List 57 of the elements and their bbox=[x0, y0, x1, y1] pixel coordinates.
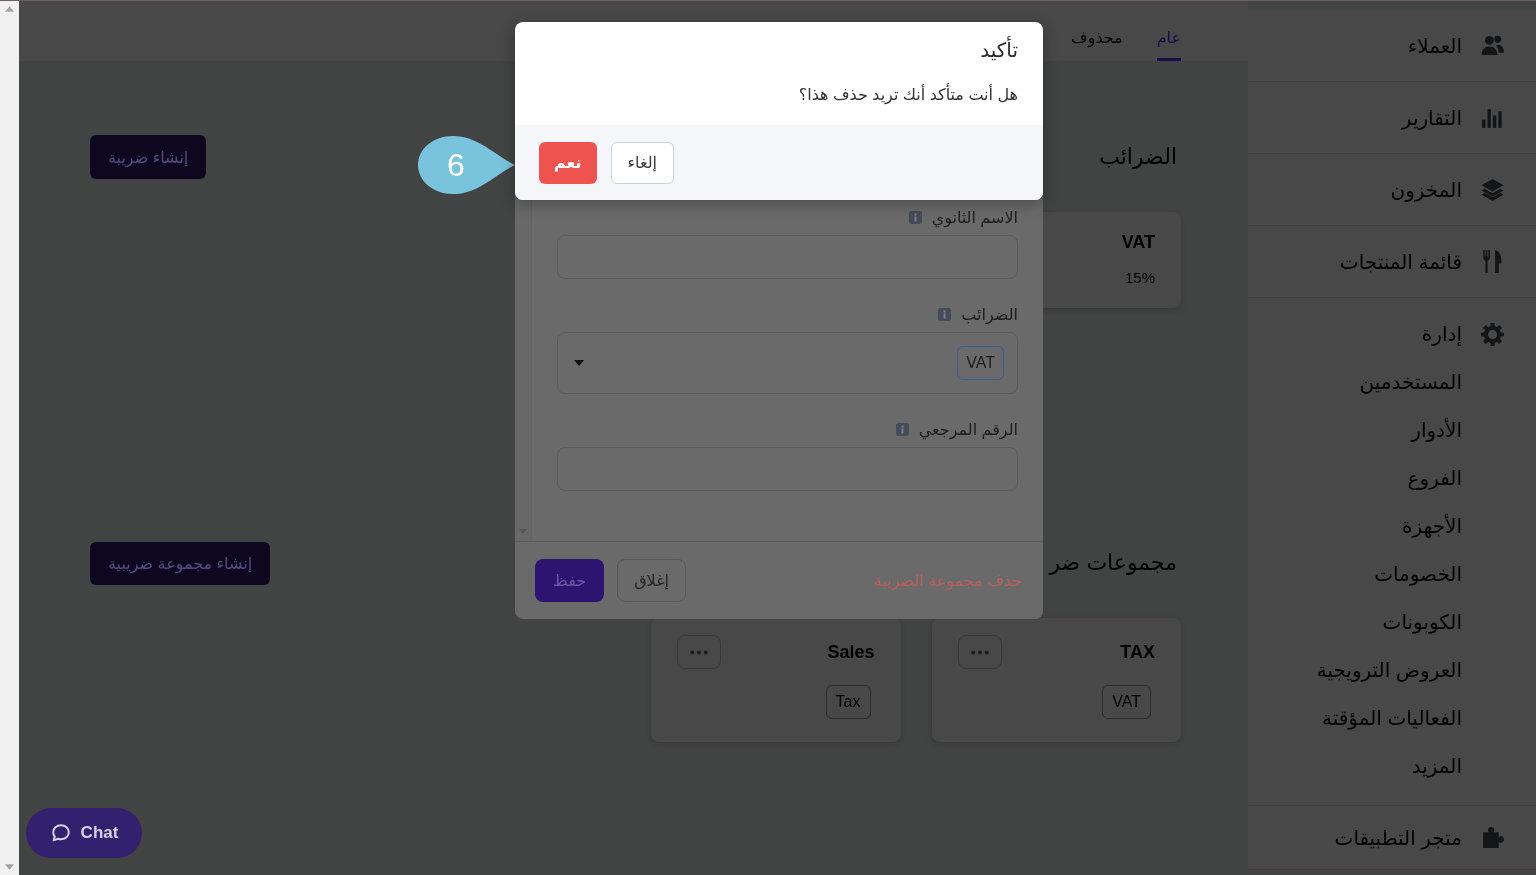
sidebar-subitem[interactable]: الفروع bbox=[1407, 454, 1462, 502]
puzzle-icon bbox=[1480, 825, 1505, 850]
down-arrow-icon[interactable] bbox=[5, 864, 14, 870]
more-button[interactable] bbox=[677, 635, 721, 669]
create-button[interactable]: إنشاء ضريبة bbox=[90, 135, 207, 179]
layers-icon bbox=[1480, 177, 1505, 202]
sidebar-item[interactable]: متجر التطبيقات bbox=[1334, 813, 1505, 862]
sidebar-item[interactable]: إدارة bbox=[1421, 310, 1505, 358]
sidebar-item[interactable]: المخزون bbox=[1390, 165, 1505, 214]
gear-icon bbox=[1480, 321, 1505, 347]
create-button[interactable]: إنشاء مجموعة ضريبية bbox=[90, 541, 271, 585]
field-label: الاسم الثانوي bbox=[931, 207, 1018, 227]
delete-link[interactable]: حذف مجموعة الضريبة bbox=[873, 571, 1022, 590]
info-icon bbox=[908, 210, 922, 224]
section-title: الضرائب bbox=[1099, 144, 1177, 170]
sidebar-item[interactable]: التقارير bbox=[1401, 93, 1505, 142]
save-button[interactable]: حفظ bbox=[535, 559, 605, 602]
tab[interactable]: محذوف bbox=[1071, 26, 1123, 61]
field-label: الضرائب bbox=[961, 304, 1018, 324]
field-label: الرقم المرجعي bbox=[918, 419, 1018, 439]
scrollbar[interactable] bbox=[0, 1, 19, 875]
more-button[interactable] bbox=[957, 635, 1002, 669]
sidebar-item[interactable]: العملاء bbox=[1407, 21, 1505, 70]
sidebar-subitem[interactable]: الخصومات bbox=[1374, 550, 1462, 598]
info-icon bbox=[938, 307, 952, 321]
dots-icon bbox=[690, 649, 708, 655]
info-icon bbox=[895, 422, 909, 436]
dialog-title: تأكيد bbox=[540, 36, 1018, 64]
tax-rate: 15% bbox=[1124, 268, 1155, 288]
sidebar-item[interactable]: قائمة المنتجات bbox=[1339, 237, 1505, 286]
dialog-message: هل أنت متأكد أنك تريد حذف هذا؟ bbox=[540, 83, 1018, 107]
dots-icon bbox=[970, 649, 989, 655]
sidebar-subitem[interactable]: الأدوار bbox=[1411, 406, 1462, 454]
users-icon bbox=[1480, 33, 1505, 58]
tax-tag: VAT bbox=[957, 346, 1004, 380]
select-field[interactable]: VAT bbox=[557, 332, 1018, 394]
chat-button[interactable]: Chat bbox=[26, 808, 142, 858]
close-button[interactable]: إغلاق bbox=[617, 559, 686, 602]
sidebar-subitem[interactable]: المزيد bbox=[1411, 742, 1462, 790]
sidebar-subitem[interactable]: الفعاليات المؤقتة bbox=[1322, 694, 1462, 742]
speech-bubble-icon bbox=[49, 822, 72, 844]
tab[interactable]: عام bbox=[1156, 26, 1181, 61]
confirm-button[interactable]: نعم bbox=[539, 141, 597, 184]
cancel-button[interactable]: إلغاء bbox=[610, 141, 675, 184]
group-name: Sales bbox=[827, 641, 875, 663]
sidebar-subitem[interactable]: الأجهزة bbox=[1401, 502, 1462, 550]
group-name: TAX bbox=[1120, 641, 1155, 663]
sidebar-subitem[interactable]: العروض الترويجية bbox=[1316, 646, 1462, 694]
tax-tag: VAT bbox=[1102, 685, 1151, 719]
sidebar-subitem[interactable]: المستخدمين bbox=[1359, 358, 1462, 406]
step-callout: 6 bbox=[418, 136, 515, 194]
sidebar-subitem[interactable]: الكوبونات bbox=[1382, 598, 1462, 646]
tax-tag: Tax bbox=[825, 685, 871, 719]
tax-name: VAT bbox=[1121, 231, 1155, 254]
up-arrow-icon[interactable] bbox=[5, 6, 14, 12]
section-title: مجموعات ضر bbox=[1049, 550, 1177, 576]
caret-icon bbox=[574, 360, 584, 366]
